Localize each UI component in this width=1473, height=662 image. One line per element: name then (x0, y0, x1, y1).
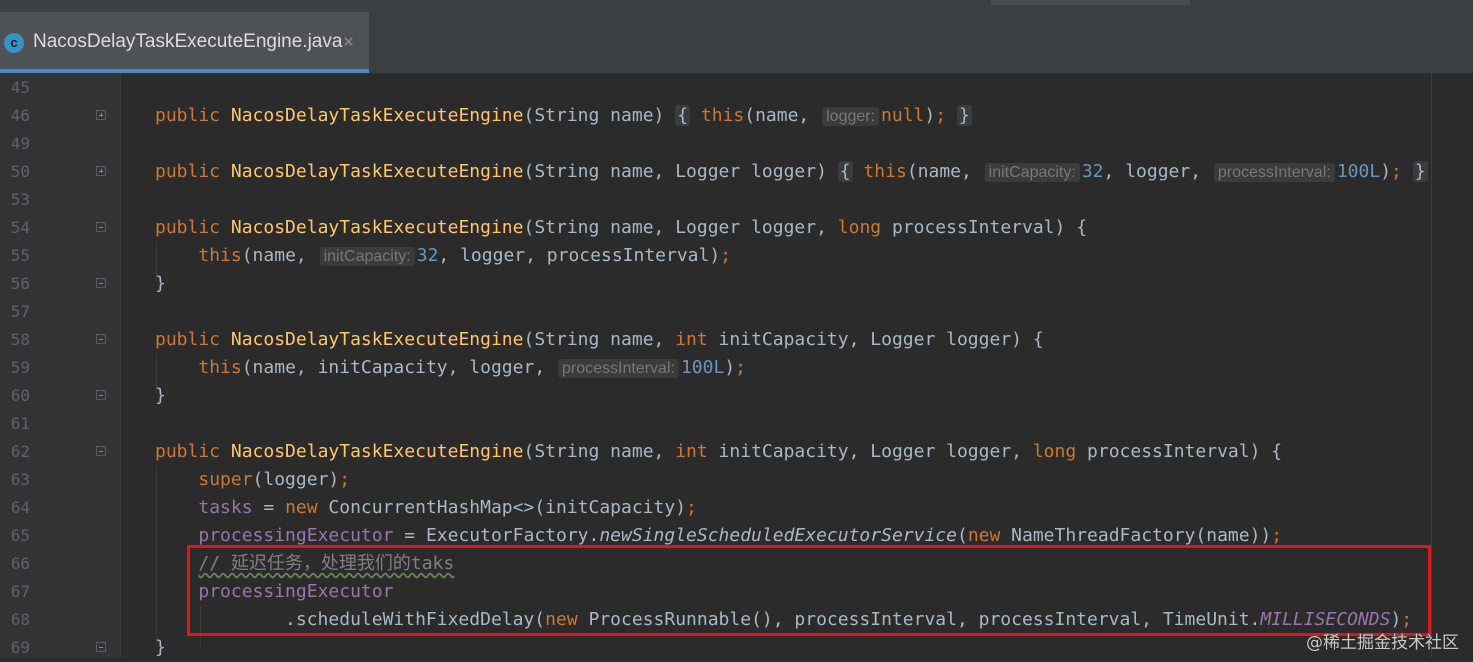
line-number: 62 (10, 442, 30, 461)
line-number: 59 (10, 358, 30, 377)
code-line: 53 (0, 186, 1473, 214)
code-text: public NacosDelayTaskExecuteEngine(Strin… (155, 105, 972, 126)
code-text: this(name, initCapacity, logger, process… (198, 357, 746, 378)
code-line: 62 public NacosDelayTaskExecuteEngine(St… (0, 438, 1473, 466)
line-number: 68 (10, 610, 30, 629)
line-number: 55 (10, 246, 30, 265)
parameter-hint: initCapacity: (984, 163, 1080, 182)
fold-collapse-icon[interactable] (96, 334, 106, 344)
line-number: 45 (10, 78, 30, 97)
line-number: 65 (10, 526, 30, 545)
code-line: 63 super(logger); (0, 466, 1473, 494)
fold-expand-icon[interactable] (96, 166, 106, 176)
line-number: 64 (10, 498, 30, 517)
parameter-hint: initCapacity: (319, 247, 415, 266)
tab-label: NacosDelayTaskExecuteEngine.java (33, 31, 343, 52)
parameter-hint: logger: (822, 107, 880, 126)
close-icon[interactable]: × (343, 32, 354, 54)
code-text: super(logger); (198, 469, 351, 490)
code-line: 49 (0, 130, 1473, 158)
code-text: } (155, 385, 166, 406)
code-line: 56 } (0, 270, 1473, 298)
code-text: this(name, initCapacity: 32, logger, proc… (198, 245, 732, 266)
line-number: 67 (10, 582, 30, 601)
line-number: 60 (10, 386, 30, 405)
code-text: tasks = new ConcurrentHashMap<>(initCapa… (198, 497, 697, 518)
fold-collapse-icon[interactable] (96, 642, 106, 652)
code-line: 54 public NacosDelayTaskExecuteEngine(St… (0, 214, 1473, 242)
code-line: 59 this(name, initCapacity, logger, proc… (0, 354, 1473, 382)
line-number: 54 (10, 218, 30, 237)
code-line: 46 public NacosDelayTaskExecuteEngine(St… (0, 102, 1473, 130)
toolbar-strip (991, 0, 1190, 5)
line-number: 66 (10, 554, 30, 573)
line-number: 53 (10, 190, 30, 209)
code-line: 50 public NacosDelayTaskExecuteEngine(St… (0, 158, 1473, 186)
fold-collapse-icon[interactable] (96, 446, 106, 456)
parameter-hint: processInterval: (558, 359, 679, 378)
code-line: 55 this(name, initCapacity: 32, logger, p… (0, 242, 1473, 270)
code-text: public NacosDelayTaskExecuteEngine(Strin… (155, 161, 1428, 182)
line-number: 63 (10, 470, 30, 489)
fold-collapse-icon[interactable] (96, 390, 106, 400)
line-number: 57 (10, 302, 30, 321)
line-number: 49 (10, 134, 30, 153)
line-number: 46 (10, 106, 30, 125)
code-text: public NacosDelayTaskExecuteEngine(Strin… (155, 217, 1088, 238)
line-number: 61 (10, 414, 30, 433)
code-line: 57 (0, 298, 1473, 326)
red-annotation-box (187, 545, 1431, 636)
editor-tab-bar: c NacosDelayTaskExecuteEngine.java × (0, 0, 1473, 74)
parameter-hint: processInterval: (1213, 163, 1335, 182)
code-line: 61 (0, 410, 1473, 438)
code-line: 60 } (0, 382, 1473, 410)
code-text: public NacosDelayTaskExecuteEngine(Strin… (155, 329, 1044, 350)
code-text: public NacosDelayTaskExecuteEngine(Strin… (155, 441, 1283, 462)
line-number: 50 (10, 162, 30, 181)
fold-collapse-icon[interactable] (96, 278, 106, 288)
fold-expand-icon[interactable] (96, 110, 106, 120)
line-number: 56 (10, 274, 30, 293)
code-line: 58 public NacosDelayTaskExecuteEngine(St… (0, 326, 1473, 354)
fold-collapse-icon[interactable] (96, 222, 106, 232)
code-line: 45 (0, 74, 1473, 102)
tab-nacos-delay-task-execute-engine[interactable]: c NacosDelayTaskExecuteEngine.java × (0, 12, 369, 73)
java-class-icon: c (4, 33, 24, 53)
watermark: @稀土掘金技术社区 (1306, 633, 1459, 653)
code-line: 64 tasks = new ConcurrentHashMap<>(initC… (0, 494, 1473, 522)
line-number: 58 (10, 330, 30, 349)
code-text: } (155, 273, 166, 294)
